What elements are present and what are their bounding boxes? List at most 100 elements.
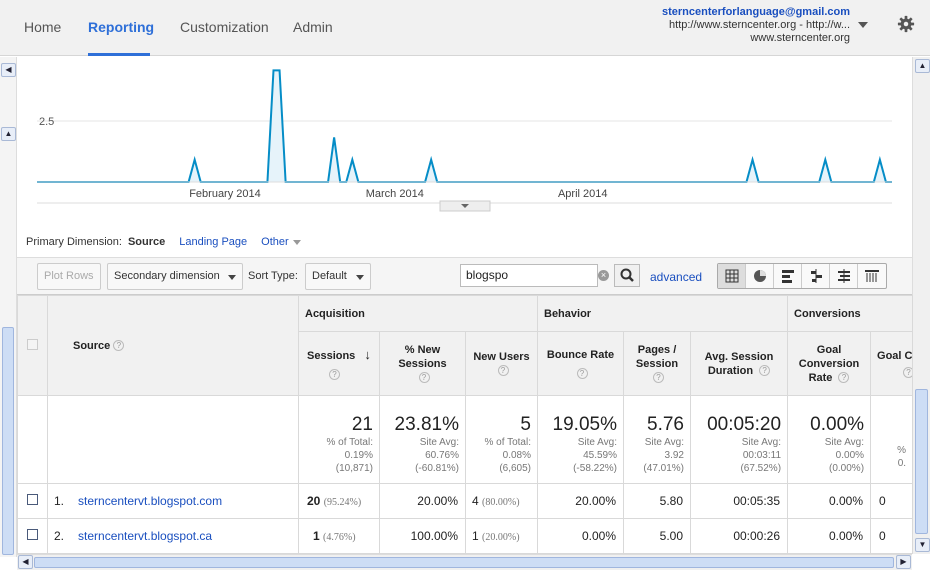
right-scrollbar[interactable]: ▲ ▼ — [912, 57, 930, 554]
left-scrollbar[interactable]: ◀ ▲ — [0, 57, 17, 557]
bottom-scrollbar[interactable]: ◀ ▶ — [17, 554, 912, 570]
row-checkbox[interactable] — [27, 494, 38, 505]
clear-icon[interactable]: × — [598, 270, 609, 281]
total-value: 23.81% — [394, 414, 459, 435]
acquisition-group: Acquisition — [298, 295, 538, 332]
total-abs: (10,871) — [335, 463, 373, 474]
search-button[interactable] — [614, 264, 640, 287]
help-icon[interactable]: ? — [653, 372, 664, 384]
pie-chart-icon — [754, 270, 766, 282]
new-users-value: 4 — [472, 494, 479, 508]
sessions-chart: 2.5 February 2014 March 2014 April 2014 — [37, 69, 892, 212]
view-comparison-button[interactable] — [802, 264, 830, 288]
row-checkbox-cell — [17, 518, 48, 554]
account-selector[interactable]: sterncenterforlanguage@gmail.com http://… — [662, 6, 850, 45]
totals-sessions: 21 % of Total: 0.19% (10,871) — [298, 395, 380, 484]
new-users-value: 1 — [472, 529, 479, 543]
tab-admin[interactable]: Admin — [293, 19, 333, 35]
scrollbar-thumb[interactable] — [34, 557, 894, 568]
duration-cell: 00:00:26 — [689, 518, 789, 554]
help-icon[interactable]: ? — [576, 368, 588, 379]
source-link[interactable]: sterncentervt.blogspot.ca — [78, 529, 212, 543]
source-link[interactable]: sterncentervt.blogspot.com — [78, 494, 222, 508]
source-header[interactable]: Source? — [47, 295, 299, 396]
secondary-dimension-dropdown[interactable]: Secondary dimension — [107, 263, 243, 290]
view-term-cloud-button[interactable] — [830, 264, 858, 288]
account-view: www.sterncenter.org — [750, 32, 850, 44]
avg-session-duration-header[interactable]: Avg. Session Duration ? — [689, 331, 789, 396]
total-label: % of Total: — [326, 437, 373, 448]
chevron-down-icon — [356, 275, 364, 280]
totals-new-users: 5 % of Total: 0.08% (6,605) — [465, 395, 538, 484]
tab-home[interactable]: Home — [24, 19, 61, 35]
new-sessions-header-label: % New Sessions — [398, 343, 447, 370]
help-icon[interactable]: ? — [497, 365, 509, 377]
bounce-rate-header[interactable]: Bounce Rate? — [537, 331, 624, 396]
row-number: 2. — [54, 529, 65, 543]
sessions-value: 20 — [307, 494, 321, 508]
total-value: 5 — [520, 414, 531, 435]
view-bar-button[interactable] — [774, 264, 802, 288]
new-users-header[interactable]: New Users ? — [465, 331, 538, 396]
scroll-up-icon[interactable]: ▲ — [1, 127, 16, 141]
primary-dimension-landing-page[interactable]: Landing Page — [179, 236, 247, 248]
bounce-rate-cell: 0.00% — [537, 518, 624, 554]
table-row: 2. sterncentervt.blogspot.ca 1 (4.76%) 10… — [17, 518, 914, 554]
duration-cell: 00:05:35 — [689, 483, 789, 519]
help-icon[interactable]: ? — [838, 372, 850, 384]
account-email: sterncenterforlanguage@gmail.com — [662, 6, 850, 18]
tab-reporting[interactable]: Reporting — [88, 19, 154, 35]
select-all-checkbox[interactable] — [27, 338, 38, 350]
goal-conversion-rate-header[interactable]: Goal Conversion Rate ? — [787, 331, 872, 396]
sessions-percent: (95.24%) — [323, 497, 362, 508]
total-label: Site Avg: — [741, 437, 782, 448]
new-users-percent: (80.00%) — [482, 497, 520, 508]
total-label: Site Avg: — [824, 437, 865, 448]
primary-dimension-source[interactable]: Source — [128, 236, 165, 248]
behavior-group: Behavior — [536, 295, 789, 332]
pages-session-header[interactable]: Pages / Session? — [623, 331, 691, 396]
view-pie-button[interactable] — [746, 264, 774, 288]
row-checkbox-cell — [17, 483, 48, 519]
help-icon[interactable]: ? — [903, 367, 912, 378]
goal-completions-header[interactable]: Goal Completions? — [870, 331, 914, 396]
totals-source-cell — [47, 395, 299, 484]
chevron-down-icon — [292, 239, 301, 245]
help-icon[interactable]: ? — [759, 365, 771, 377]
scroll-down-icon[interactable]: ▼ — [915, 538, 930, 552]
scroll-left-icon[interactable]: ◀ — [18, 555, 33, 569]
total-pct: 3.92 — [664, 450, 684, 461]
source-header-label: Source — [73, 339, 111, 352]
new-sessions-cell: 20.00% — [379, 483, 466, 519]
scroll-left-icon[interactable]: ◀ — [1, 63, 16, 77]
help-icon[interactable]: ? — [329, 368, 340, 380]
term-cloud-icon — [838, 269, 850, 283]
row-checkbox[interactable] — [27, 529, 38, 540]
totals-row: 21 % of Total: 0.19% (10,871) 23.81% Site Av… — [17, 395, 914, 484]
scrollbar-thumb[interactable] — [915, 389, 928, 534]
scrollbar-thumb[interactable] — [2, 327, 14, 555]
totals-empty-cell — [17, 395, 48, 484]
plot-rows-button[interactable]: Plot Rows — [37, 263, 101, 290]
sessions-header[interactable]: Sessions ↓? — [298, 331, 380, 396]
help-icon[interactable]: ? — [418, 372, 430, 384]
primary-dimension-other[interactable]: Other — [261, 236, 301, 248]
total-label: Site Avg: — [419, 437, 459, 448]
grid-icon — [725, 269, 739, 283]
chevron-down-icon[interactable] — [858, 22, 868, 28]
help-icon[interactable]: ? — [113, 340, 125, 352]
table-search-input[interactable]: blogspo — [460, 264, 598, 287]
chart-area-fill — [37, 70, 892, 182]
scroll-right-icon[interactable]: ▶ — [896, 555, 911, 569]
scroll-up-icon[interactable]: ▲ — [915, 59, 930, 73]
new-sessions-header[interactable]: % New Sessions? — [379, 331, 466, 396]
sort-type-dropdown[interactable]: Default — [305, 263, 371, 290]
view-table-button[interactable] — [718, 264, 746, 288]
tab-customization[interactable]: Customization — [180, 19, 269, 35]
view-pivot-button[interactable] — [858, 264, 886, 288]
advanced-filter-link[interactable]: advanced — [650, 270, 702, 284]
goal-completions-header-label: Goal Completions — [877, 350, 913, 362]
other-label: Other — [261, 236, 289, 248]
total-label: % — [897, 444, 907, 456]
gear-icon[interactable] — [897, 15, 915, 33]
